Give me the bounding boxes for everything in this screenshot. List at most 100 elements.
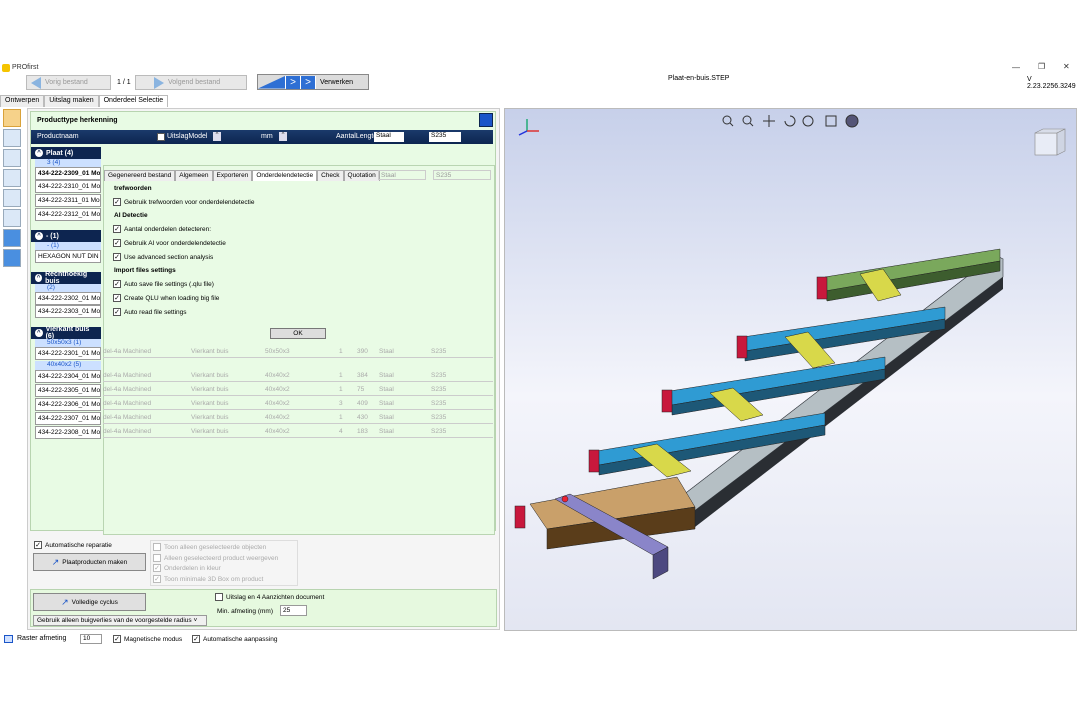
table-row[interactable]: 434-222-2310_01 Mo <box>35 180 101 193</box>
full-cycle-button[interactable]: ↗ Volledige cyclus <box>33 593 146 611</box>
table-row[interactable]: 434-222-2305_01 Mo <box>35 384 101 397</box>
tab-uitslag-maken[interactable]: Uitslag maken <box>44 95 99 107</box>
option-row[interactable]: ✓ Auto save file settings (.qlu file) <box>113 280 214 288</box>
section-trefwoorden: trefwoorden <box>114 185 152 192</box>
auto-adjust-option[interactable]: ✓ Automatische aanpassing <box>192 635 277 643</box>
option-row[interactable]: ✓ Aantal onderdelen detecteren: <box>113 225 211 233</box>
view-option[interactable]: Toon alleen geselecteerde objecten <box>153 543 266 551</box>
table-row[interactable]: 434-222-2307_01 Mo <box>35 412 101 425</box>
tab-algemeen[interactable]: Algemeen <box>175 170 213 181</box>
checkbox-checked[interactable]: ✓ <box>192 635 200 643</box>
display-mode-icon[interactable] <box>845 114 859 128</box>
angle-tool-icon[interactable] <box>3 129 21 147</box>
checkbox-checked[interactable]: ✓ <box>153 564 161 572</box>
checkbox-checked[interactable]: ✓ <box>113 280 121 288</box>
table-row[interactable]: 434-222-2308_01 Mo <box>35 426 101 439</box>
subgroup-label[interactable]: 40x40x2 (5) <box>35 361 101 370</box>
view-cube-icon[interactable] <box>1034 128 1066 156</box>
checkbox-checked[interactable]: ✓ <box>113 225 121 233</box>
steps-tool-icon[interactable] <box>3 209 21 227</box>
collapse-icon[interactable]: ^ <box>35 149 43 157</box>
checkbox-checked[interactable]: ✓ <box>113 198 121 206</box>
option-row[interactable]: ✓ Use advanced section analysis <box>113 253 213 261</box>
checkbox-checked[interactable]: ✓ <box>113 308 121 316</box>
view-option[interactable]: ✓ Onderdelen in kleur <box>153 564 221 572</box>
table-row[interactable]: 434-222-2302_01 Mo <box>35 292 101 305</box>
save-icon[interactable] <box>479 113 493 127</box>
plate-products-button[interactable]: ↗ Plaatproducten maken <box>33 553 146 571</box>
checkbox[interactable] <box>153 543 161 551</box>
group-rechthoekig[interactable]: ^ Rechthoekig buis <box>31 271 101 285</box>
next-file-button[interactable]: Volgend bestand <box>135 75 247 90</box>
sort-icon-2[interactable]: ^ <box>279 132 287 141</box>
3d-viewport[interactable] <box>504 108 1077 631</box>
rotate-axis-icon[interactable] <box>802 115 814 127</box>
grade-select[interactable]: S235 <box>429 132 461 142</box>
page-indicator: 1 / 1 <box>117 79 131 86</box>
close-icon[interactable]: ✕ <box>1063 62 1070 71</box>
tab-check[interactable]: Check <box>317 170 344 181</box>
table-row[interactable]: 434-222-2304_01 Mo <box>35 370 101 383</box>
tab-exporteren[interactable]: Exporteren <box>212 170 253 181</box>
tab-ontwerpen[interactable]: Ontwerpen <box>0 95 45 107</box>
unfold-4-views-option[interactable]: Uitslag en 4 Aanzichten document <box>215 593 324 601</box>
ghost-cell-size: 40x40x2 <box>265 414 290 421</box>
rotate-icon[interactable] <box>784 115 796 127</box>
checkbox-checked[interactable]: ✓ <box>113 635 121 643</box>
restore-icon[interactable]: ❐ <box>1038 62 1045 71</box>
tab-quotation[interactable]: Quotation <box>343 170 380 181</box>
checkbox[interactable] <box>215 593 223 601</box>
magnetic-option[interactable]: ✓ Magnetische modus <box>113 635 182 643</box>
checkbox-checked[interactable]: ✓ <box>153 575 161 583</box>
material-select[interactable]: Staal <box>374 132 404 142</box>
grid-size-input[interactable]: 10 <box>80 634 102 644</box>
previous-file-button[interactable]: Vorig bestand <box>26 75 111 90</box>
view-option[interactable]: ✓ Toon minimale 3D Box om product <box>153 575 263 583</box>
table-row[interactable]: 434-222-2301_01 Mo <box>35 347 101 360</box>
checkbox-checked[interactable]: ✓ <box>113 294 121 302</box>
ghost-cell-grade: S235 <box>431 400 447 407</box>
bend-tool-icon[interactable] <box>3 149 21 167</box>
option-row[interactable]: ✓ Create QLU when loading big file <box>113 294 219 302</box>
minimize-icon[interactable]: — <box>1012 63 1020 72</box>
checkbox-checked[interactable]: ✓ <box>113 253 121 261</box>
table-row[interactable]: 434-222-2306_01 Mo <box>35 398 101 411</box>
table-row[interactable]: 434-222-2311_01 Mo <box>35 194 101 207</box>
collapse-icon[interactable]: ^ <box>35 274 43 282</box>
process-button[interactable]: > > Verwerken <box>257 74 369 90</box>
tab-onderdeel-selectie[interactable]: Onderdeel Selectie <box>98 95 169 107</box>
ok-button[interactable]: OK <box>270 328 326 339</box>
pan-icon[interactable] <box>763 115 775 127</box>
table-row[interactable]: 434-222-2309_01 Mo <box>35 167 101 180</box>
table-row[interactable]: 434-222-2312_01 Mo <box>35 208 101 221</box>
checkbox[interactable] <box>153 554 161 562</box>
grid-tool-icon[interactable] <box>3 109 21 127</box>
zoom-window-icon[interactable] <box>722 115 734 127</box>
min-dim-input[interactable]: 25 <box>280 605 307 616</box>
zoom-icon[interactable] <box>742 115 754 127</box>
unfold-checkbox[interactable] <box>157 133 165 141</box>
table-row[interactable]: HEXAGON NUT DIN 9 <box>35 250 101 263</box>
group-misc[interactable]: ^ - (1) <box>31 230 101 242</box>
option-row[interactable]: ✓ Auto read file settings <box>113 308 187 316</box>
group-plaat[interactable]: ^ Plaat (4) <box>31 147 101 159</box>
option-row[interactable]: ✓ Gebruik trefwoorden voor onderdelendete… <box>113 198 254 206</box>
sort-icon[interactable]: ^ <box>213 132 221 141</box>
corner-tool-icon[interactable] <box>3 169 21 187</box>
checkbox-checked[interactable]: ✓ <box>34 541 42 549</box>
view-option[interactable]: Alleen geselecteerd product weergeven <box>153 554 278 562</box>
profile-tool-icon[interactable] <box>3 229 21 247</box>
tab-gegenereerd[interactable]: Gegenereerd bestand <box>104 170 176 181</box>
fit-all-icon[interactable] <box>825 115 837 127</box>
section-tool-icon[interactable] <box>3 189 21 207</box>
collapse-icon[interactable]: ^ <box>35 232 43 240</box>
checkbox-checked[interactable]: ✓ <box>113 239 121 247</box>
auto-repair-option[interactable]: ✓ Automatische reparatie <box>34 541 112 549</box>
group-vierkant[interactable]: ^ Vierkant buis (6) <box>31 326 101 340</box>
table-row[interactable]: 434-222-2303_01 Mo <box>35 305 101 318</box>
collapse-icon[interactable]: ^ <box>35 329 43 337</box>
bend-option-select[interactable]: Gebruik alleen buigverlies van de voorge… <box>33 615 207 626</box>
tube-tool-icon[interactable] <box>3 249 21 267</box>
tab-onderdelendetectie[interactable]: Onderdelendetectie <box>252 170 318 181</box>
option-row[interactable]: ✓ Gebruik AI voor onderdelendetectie <box>113 239 226 247</box>
